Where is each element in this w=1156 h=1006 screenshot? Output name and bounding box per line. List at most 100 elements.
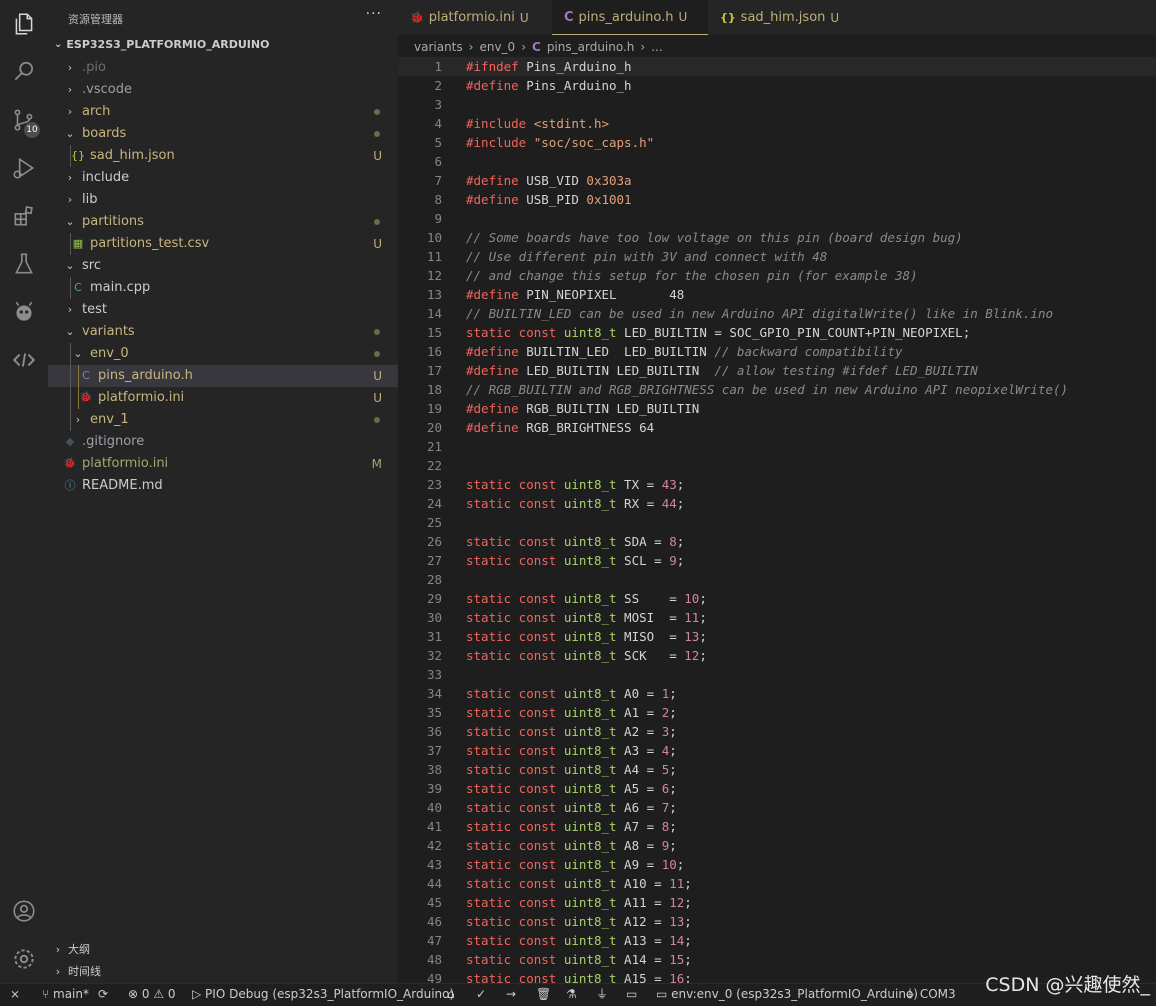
remote-icon[interactable]: ⨯ [10,984,20,1006]
code-line[interactable]: 6 [398,152,1156,171]
code-icon[interactable] [0,336,48,384]
tree-folder[interactable]: › lib [48,189,398,211]
breadcrumb-item[interactable]: pins_arduino.h [547,37,635,57]
tree-folder[interactable]: ⌄ src [48,255,398,277]
code-line[interactable]: 28 [398,570,1156,589]
tree-file[interactable]: ▦ partitions_test.csv U [48,233,398,255]
tab-platformio-ini[interactable]: 🐞 platformio.ini U [398,0,548,35]
code-line[interactable]: 41 static const uint8_t A7 = 8; [398,817,1156,836]
code-line[interactable]: 42 static const uint8_t A8 = 9; [398,836,1156,855]
code-line[interactable]: 38 static const uint8_t A4 = 5; [398,760,1156,779]
code-line[interactable]: 40 static const uint8_t A6 = 7; [398,798,1156,817]
pio-debug-button[interactable]: ▷ PIO Debug (esp32s3_PlatformIO_Arduino) [192,984,454,1006]
code-line[interactable]: 15 static const uint8_t LED_BUILTIN = SOC… [398,323,1156,342]
pio-build-icon[interactable]: ✓ [476,984,486,1006]
extensions-icon[interactable] [0,192,48,240]
tree-folder[interactable]: › env_1 [48,409,398,431]
code-line[interactable]: 3 [398,95,1156,114]
code-line[interactable]: 35 static const uint8_t A1 = 2; [398,703,1156,722]
explorer-icon[interactable] [0,0,48,48]
run-debug-icon[interactable] [0,144,48,192]
code-line[interactable]: 4 #include <stdint.h> [398,114,1156,133]
code-line[interactable]: 43 static const uint8_t A9 = 10; [398,855,1156,874]
tree-file[interactable]: Cmain.cpp [48,277,398,299]
outline-section[interactable]: › 大纲 [48,939,398,961]
tree-folder[interactable]: ⌄ variants [48,321,398,343]
code-line[interactable]: 2 #define Pins_Arduino_h [398,76,1156,95]
code-line[interactable]: 17 #define LED_BUILTIN LED_BUILTIN // all… [398,361,1156,380]
tab-sad_him-json[interactable]: {} sad_him.json U [708,0,839,35]
tree-folder[interactable]: › .vscode [48,79,398,101]
pio-home-icon[interactable]: ⌂ [447,984,455,1006]
tree-folder[interactable]: › .pio [48,57,398,79]
tree-folder[interactable]: ⌄ partitions [48,211,398,233]
pio-upload-icon[interactable]: → [506,984,516,1006]
code-line[interactable]: 23 static const uint8_t TX = 43; [398,475,1156,494]
tree-folder[interactable]: ⌄ boards [48,123,398,145]
code-line[interactable]: 19 #define RGB_BUILTIN LED_BUILTIN [398,399,1156,418]
breadcrumb-item[interactable]: env_0 [479,37,515,57]
tree-file[interactable]: ◆ .gitignore [48,431,398,453]
pio-terminal-icon[interactable]: ▭ [626,984,637,1006]
problems-indicator[interactable]: ⊗ 0 ⚠ 0 [128,984,176,1006]
code-line[interactable]: 18 // RGB_BUILTIN and RGB_BRIGHTNESS can … [398,380,1156,399]
code-line[interactable]: 32 static const uint8_t SCK = 12; [398,646,1156,665]
code-line[interactable]: 9 [398,209,1156,228]
pio-clean-icon[interactable]: 🗑 [536,984,551,1006]
code-line[interactable]: 1 #ifndef Pins_Arduino_h [398,57,1156,76]
tree-folder[interactable]: › arch [48,101,398,123]
code-editor[interactable]: 1 #ifndef Pins_Arduino_h 2 #define Pins_Ard… [398,57,1156,983]
code-line[interactable]: 47 static const uint8_t A13 = 14; [398,931,1156,950]
code-line[interactable]: 26 static const uint8_t SDA = 8; [398,532,1156,551]
breadcrumb-item[interactable]: variants [414,37,463,57]
search-icon[interactable] [0,48,48,96]
code-line[interactable]: 8 #define USB_PID 0x1001 [398,190,1156,209]
pio-test-icon[interactable]: ⚗ [566,984,577,1006]
tree-file[interactable]: ⓘ README.md [48,475,398,497]
more-actions-button[interactable]: ··· [366,6,382,22]
timeline-section[interactable]: › 时间线 [48,961,398,983]
code-line[interactable]: 29 static const uint8_t SS = 10; [398,589,1156,608]
code-line[interactable]: 11 // Use different pin with 3V and conne… [398,247,1156,266]
code-line[interactable]: 13 #define PIN_NEOPIXEL 48 [398,285,1156,304]
code-line[interactable]: 46 static const uint8_t A12 = 13; [398,912,1156,931]
code-line[interactable]: 33 [398,665,1156,684]
platformio-icon[interactable] [0,288,48,336]
tab-pins_arduino-h[interactable]: Cpins_arduino.h U [552,0,708,35]
code-line[interactable]: 27 static const uint8_t SCL = 9; [398,551,1156,570]
code-line[interactable]: 10 // Some boards have too low voltage on… [398,228,1156,247]
source-control-icon[interactable]: 10 [0,96,48,144]
code-line[interactable]: 12 // and change this setup for the chose… [398,266,1156,285]
code-line[interactable]: 39 static const uint8_t A5 = 6; [398,779,1156,798]
tree-file[interactable]: Cpins_arduino.h U [48,365,398,387]
code-line[interactable]: 44 static const uint8_t A10 = 11; [398,874,1156,893]
branch-indicator[interactable]: ⑂ main* [42,984,89,1006]
code-line[interactable]: 34 static const uint8_t A0 = 1; [398,684,1156,703]
code-line[interactable]: 5 #include "soc/soc_caps.h" [398,133,1156,152]
pio-serial-icon[interactable]: ⏚ [596,984,608,1006]
tree-file[interactable]: {} sad_him.json U [48,145,398,167]
code-line[interactable]: 25 [398,513,1156,532]
port-selector[interactable]: ⏚ COM3 [904,984,956,1006]
tree-file[interactable]: 🐞 platformio.ini M [48,453,398,475]
code-line[interactable]: 21 [398,437,1156,456]
tree-folder[interactable]: › test [48,299,398,321]
tree-file[interactable]: 🐞 platformio.ini U [48,387,398,409]
settings-gear-icon[interactable] [0,935,48,983]
code-line[interactable]: 48 static const uint8_t A14 = 15; [398,950,1156,969]
code-line[interactable]: 45 static const uint8_t A11 = 12; [398,893,1156,912]
pio-env-selector[interactable]: ▭ env:env_0 (esp32s3_PlatformIO_Arduino) [656,984,918,1006]
code-line[interactable]: 20 #define RGB_BRIGHTNESS 64 [398,418,1156,437]
sync-icon[interactable]: ⟳ [98,984,108,1006]
code-line[interactable]: 30 static const uint8_t MOSI = 11; [398,608,1156,627]
breadcrumb-item[interactable]: ... [651,37,662,57]
code-line[interactable]: 31 static const uint8_t MISO = 13; [398,627,1156,646]
code-line[interactable]: 16 #define BUILTIN_LED LED_BUILTIN // bac… [398,342,1156,361]
code-line[interactable]: 24 static const uint8_t RX = 44; [398,494,1156,513]
code-line[interactable]: 37 static const uint8_t A3 = 4; [398,741,1156,760]
account-icon[interactable] [0,887,48,935]
code-line[interactable]: 7 #define USB_VID 0x303a [398,171,1156,190]
tree-folder[interactable]: ⌄ env_0 [48,343,398,365]
testing-icon[interactable] [0,240,48,288]
workspace-root[interactable]: ⌄ ESP32S3_PLATFORMIO_ARDUINO [54,38,269,51]
